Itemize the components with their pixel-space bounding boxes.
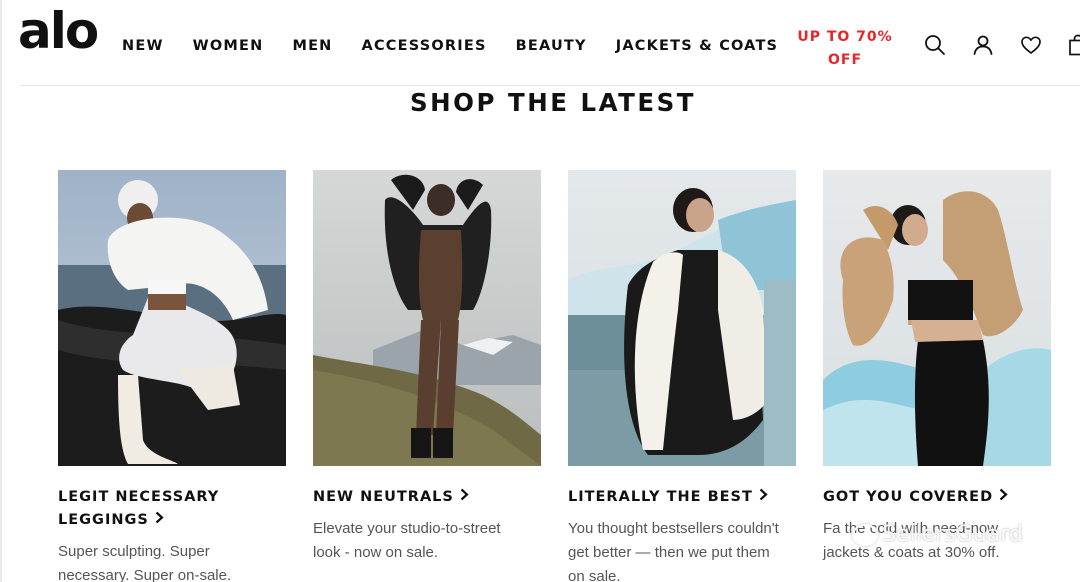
nav-item-beauty[interactable]: BEAUTY: [516, 38, 587, 54]
card-title-text: GOT YOU COVERED: [823, 489, 994, 505]
card-description: Elevate your studio-to-street look - now…: [313, 520, 501, 561]
main-nav: NEW WOMEN MEN ACCESSORIES BEAUTY JACKETS…: [122, 38, 807, 54]
account-icon[interactable]: [971, 33, 995, 57]
card-title-bestsellers[interactable]: LITERALLY THE BEST: [568, 486, 796, 509]
sale-line-1: UP TO 70%: [797, 29, 893, 45]
card-description: Fa the cold with need-now jackets & coat…: [823, 520, 1000, 561]
nav-item-men[interactable]: MEN: [292, 38, 332, 54]
nav-item-new[interactable]: NEW: [122, 38, 164, 54]
chevron-right-icon: [999, 486, 1008, 509]
card-image-leggings[interactable]: [58, 170, 286, 466]
product-card-neutrals: NEW NEUTRALS Elevate your studio-to-stre…: [313, 170, 541, 565]
nav-item-women[interactable]: WOMEN: [193, 38, 264, 54]
card-title-leggings[interactable]: LEGIT NECESSARY LEGGINGS: [58, 486, 286, 532]
product-card-bestsellers: LITERALLY THE BEST You thought bestselle…: [568, 170, 796, 582]
product-card-leggings: LEGIT NECESSARY LEGGINGS Super sculpting…: [58, 170, 286, 582]
header-divider: [20, 85, 1080, 86]
card-title-text: LEGIT NECESSARY LEGGINGS: [58, 489, 220, 528]
alo-logo[interactable]: alo: [18, 6, 99, 56]
card-title-covered[interactable]: GOT YOU COVERED: [823, 486, 1051, 509]
card-description: Super sculpting. Super necessary. Super …: [58, 543, 232, 582]
card-description: You thought bestsellers couldn't get bet…: [568, 520, 779, 582]
site-header: alo NEW WOMEN MEN ACCESSORIES BEAUTY JAC…: [0, 0, 1080, 86]
card-title-text: LITERALLY THE BEST: [568, 489, 753, 505]
card-title-neutrals[interactable]: NEW NEUTRALS: [313, 486, 541, 509]
sale-line-2: OFF: [827, 52, 863, 68]
card-title-text: NEW NEUTRALS: [313, 489, 454, 505]
chevron-right-icon: [759, 486, 768, 509]
card-image-neutrals[interactable]: [313, 170, 541, 466]
card-image-covered[interactable]: [823, 170, 1051, 466]
search-icon[interactable]: [923, 33, 947, 57]
sale-promo-link[interactable]: UP TO 70% OFF: [796, 26, 894, 72]
wishlist-heart-icon[interactable]: [1019, 33, 1043, 57]
product-card-covered: GOT YOU COVERED Fa the cold with need-no…: [823, 170, 1051, 565]
nav-item-accessories[interactable]: ACCESSORIES: [362, 38, 487, 54]
card-image-bestsellers[interactable]: [568, 170, 796, 466]
chevron-right-icon: [460, 486, 469, 509]
chevron-right-icon: [155, 509, 164, 532]
section-title: SHOP THE LATEST: [410, 88, 696, 117]
bag-icon[interactable]: [1066, 33, 1080, 57]
nav-item-jackets-coats[interactable]: JACKETS & COATS: [616, 38, 778, 54]
